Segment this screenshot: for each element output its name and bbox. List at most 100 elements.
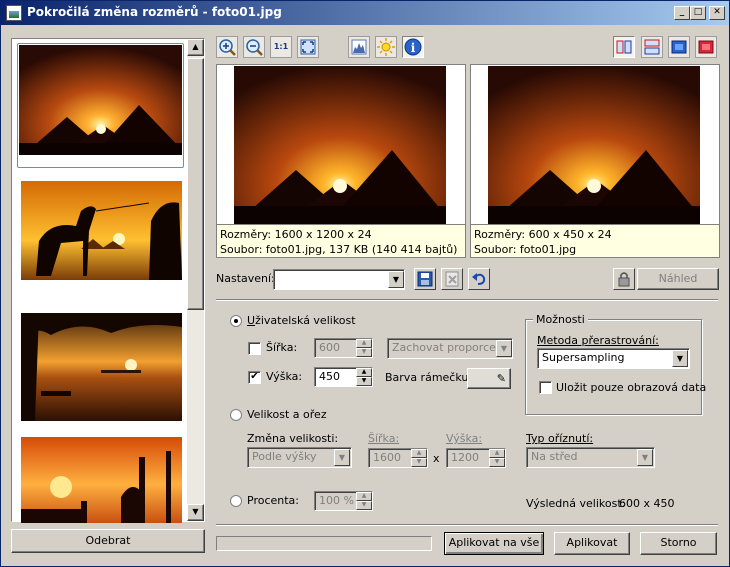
thumbnail-foto04[interactable] [21,437,182,523]
settings-label: Nastavení: [216,272,275,285]
apply-button[interactable]: Aplikovat [554,532,630,555]
crop-x-label: x [433,452,440,465]
result-info: Rozměry: 600 x 450 x 24 Soubor: foto01.j… [471,224,719,257]
crop-type-dropdown-button[interactable]: ▼ [637,449,653,466]
settings-dropdown-button[interactable]: ▼ [388,271,404,288]
width-checkbox[interactable] [248,342,261,355]
height-checkbox[interactable]: ✔ [248,371,261,384]
width-spinner[interactable]: ▲ ▼ [356,339,372,357]
maximize-button[interactable]: □ [690,6,706,20]
width-label: Šířka: [266,341,298,354]
original-dimensions: Rozměry: 1600 x 1200 x 24 [220,228,372,241]
resize-label: Změna velikosti: [247,432,339,445]
resize-dialog: Pokročilá změna rozměrů - foto01.jpg _ □… [0,0,730,567]
resize-dropdown-button[interactable]: ▼ [334,449,350,466]
thumbnail-scrollbar[interactable]: ▲ ▼ [187,39,204,521]
method-dropdown-button[interactable]: ▼ [672,350,688,367]
scroll-thumb[interactable] [187,58,204,310]
eyedropper-icon: ✎ [496,372,506,385]
split-vertical-button[interactable] [613,36,635,58]
result-size-value: 600 x 450 [619,497,675,510]
single-view-red-icon [698,40,714,54]
undo-button[interactable] [468,268,490,290]
close-button[interactable]: ✕ [709,6,725,20]
method-select[interactable]: Supersampling [537,348,690,369]
fit-button[interactable] [297,36,319,58]
crop-height-spinner[interactable]: ▲ ▼ [489,449,505,467]
delete-icon [445,271,459,287]
original-preview[interactable]: Rozměry: 1600 x 1200 x 24 Soubor: foto01… [216,64,466,258]
info-button[interactable]: i [402,36,424,58]
method-label: Metoda přerastrování: [537,334,659,347]
thumbnail-foto01[interactable] [19,45,182,155]
delete-settings-button[interactable] [441,268,463,290]
histogram-button[interactable] [348,36,370,58]
single-view-red-button[interactable] [695,36,717,58]
size-crop-label: Velikost a ořez [247,408,327,421]
percent-label: Procenta: [247,494,299,507]
info-icon: i [404,38,422,56]
apply-all-button[interactable]: Aplikovat na vše [444,532,544,555]
undo-icon [472,273,486,285]
separator-bottom [216,524,718,526]
actual-size-icon: 1:1 [273,42,289,51]
scroll-up-button[interactable]: ▲ [187,39,204,56]
original-image [234,66,446,224]
title-bar[interactable]: Pokročilá změna rozměrů - foto01.jpg _ □… [1,1,729,25]
remove-button[interactable]: Odebrat [11,529,205,553]
options-group-label: Možnosti [533,313,588,326]
zoom-out-button[interactable] [243,36,265,58]
crop-width-spinner[interactable]: ▲ ▼ [411,449,427,467]
result-image [488,66,700,224]
lock-icon [618,272,630,287]
zoom-in-button[interactable] [216,36,238,58]
settings-select[interactable] [273,269,405,290]
original-info: Rozměry: 1600 x 1200 x 24 Soubor: foto01… [217,224,465,257]
split-horizontal-button[interactable] [641,36,663,58]
custom-size-radio[interactable] [230,315,242,327]
thumbnail-foto03[interactable] [21,313,182,421]
actual-size-button[interactable]: 1:1 [270,36,292,58]
percent-radio[interactable] [230,495,242,507]
frame-color-label: Barva rámečku: [385,371,473,384]
thumbnail-list[interactable]: ▲ ▼ [11,38,205,523]
zoom-out-icon [246,39,263,56]
fit-icon [300,39,316,55]
histogram-icon [351,39,367,55]
scroll-down-button[interactable]: ▼ [187,504,204,521]
custom-size-label: Uživatelská velikost [247,314,356,327]
brightness-button[interactable] [375,36,397,58]
lock-preview-button[interactable] [613,268,635,290]
minimize-button[interactable]: _ [674,6,690,20]
save-image-only-label: Uložit pouze obrazová data [556,381,707,394]
cancel-button[interactable]: Storno [640,532,717,555]
split-horizontal-icon [644,39,660,55]
result-size-label: Výsledná velikost: [526,497,626,510]
result-dimensions: Rozměry: 600 x 450 x 24 [474,228,612,241]
thumbnail-foto02[interactable] [21,181,182,280]
height-label: Výška: [266,370,303,383]
crop-width-label: Šířka: [368,432,400,445]
split-vertical-icon [616,40,632,54]
save-settings-button[interactable] [414,268,436,290]
crop-type-select[interactable]: Na střed [526,447,655,468]
separator-top [216,299,718,301]
preview-button[interactable]: Náhled [637,268,719,290]
proportion-dropdown-button[interactable]: ▼ [496,340,512,357]
size-crop-radio[interactable] [230,409,242,421]
single-view-blue-icon [671,40,687,54]
proportion-select[interactable]: Zachovat proporce [387,338,513,359]
height-spinner[interactable]: ▲ ▼ [356,368,372,386]
crop-height-label: Výška: [446,432,483,445]
result-preview[interactable]: Rozměry: 600 x 450 x 24 Soubor: foto01.j… [470,64,720,258]
frame-color-button[interactable]: ✎ [467,368,511,389]
save-icon [417,271,433,287]
result-file: Soubor: foto01.jpg [474,243,577,256]
single-view-blue-button[interactable] [668,36,690,58]
save-image-only-checkbox[interactable] [539,381,552,394]
progress-bar [216,536,432,551]
percent-spinner[interactable]: ▲ ▼ [356,492,372,510]
app-icon [6,5,22,21]
original-file: Soubor: foto01.jpg, 137 KB (140 414 bajt… [220,243,458,256]
brightness-icon [377,38,395,56]
